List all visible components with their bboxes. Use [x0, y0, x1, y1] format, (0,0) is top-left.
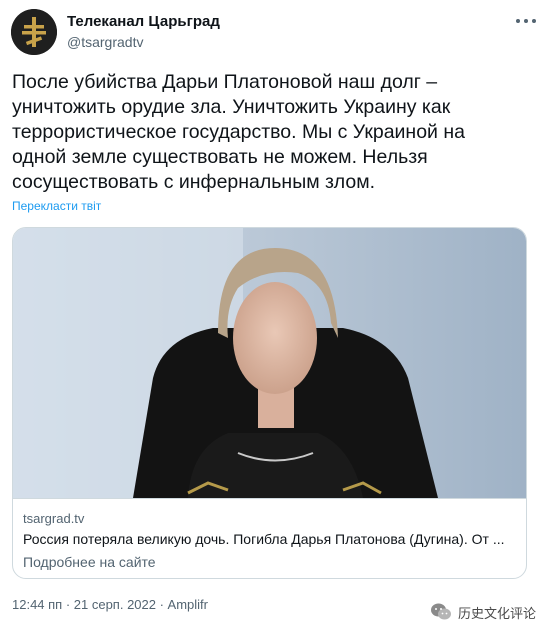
translate-tweet-link[interactable]: Перекласти твіт [12, 199, 101, 213]
card-description: Подробнее на сайте [23, 554, 156, 570]
card-image [13, 228, 526, 498]
author-handle[interactable]: @tsargradtv [67, 33, 220, 51]
wechat-icon [430, 603, 451, 620]
avatar[interactable] [11, 9, 57, 55]
tweet-text: После убийства Дарьи Платоновой наш долг… [12, 71, 465, 193]
card-info: tsargrad.tv Россия потеряла великую дочь… [13, 498, 526, 578]
more-options-icon[interactable] [516, 14, 538, 28]
watermark-text: 历史文化评论 [457, 606, 536, 622]
orthodox-cross-logo [11, 9, 57, 55]
card-domain: tsargrad.tv [23, 511, 85, 526]
author-block: Телеканал Царьград @tsargradtv [67, 12, 220, 51]
author-name[interactable]: Телеканал Царьград [67, 12, 220, 31]
tweet-timestamp[interactable]: 12:44 пп · 21 серп. 2022 · Amplifr [12, 597, 208, 612]
watermark: 历史文化评论 [430, 602, 536, 622]
card-title: Россия потеряла великую дочь. Погибла Да… [23, 531, 505, 547]
link-preview-card[interactable]: tsargrad.tv Россия потеряла великую дочь… [12, 227, 527, 579]
